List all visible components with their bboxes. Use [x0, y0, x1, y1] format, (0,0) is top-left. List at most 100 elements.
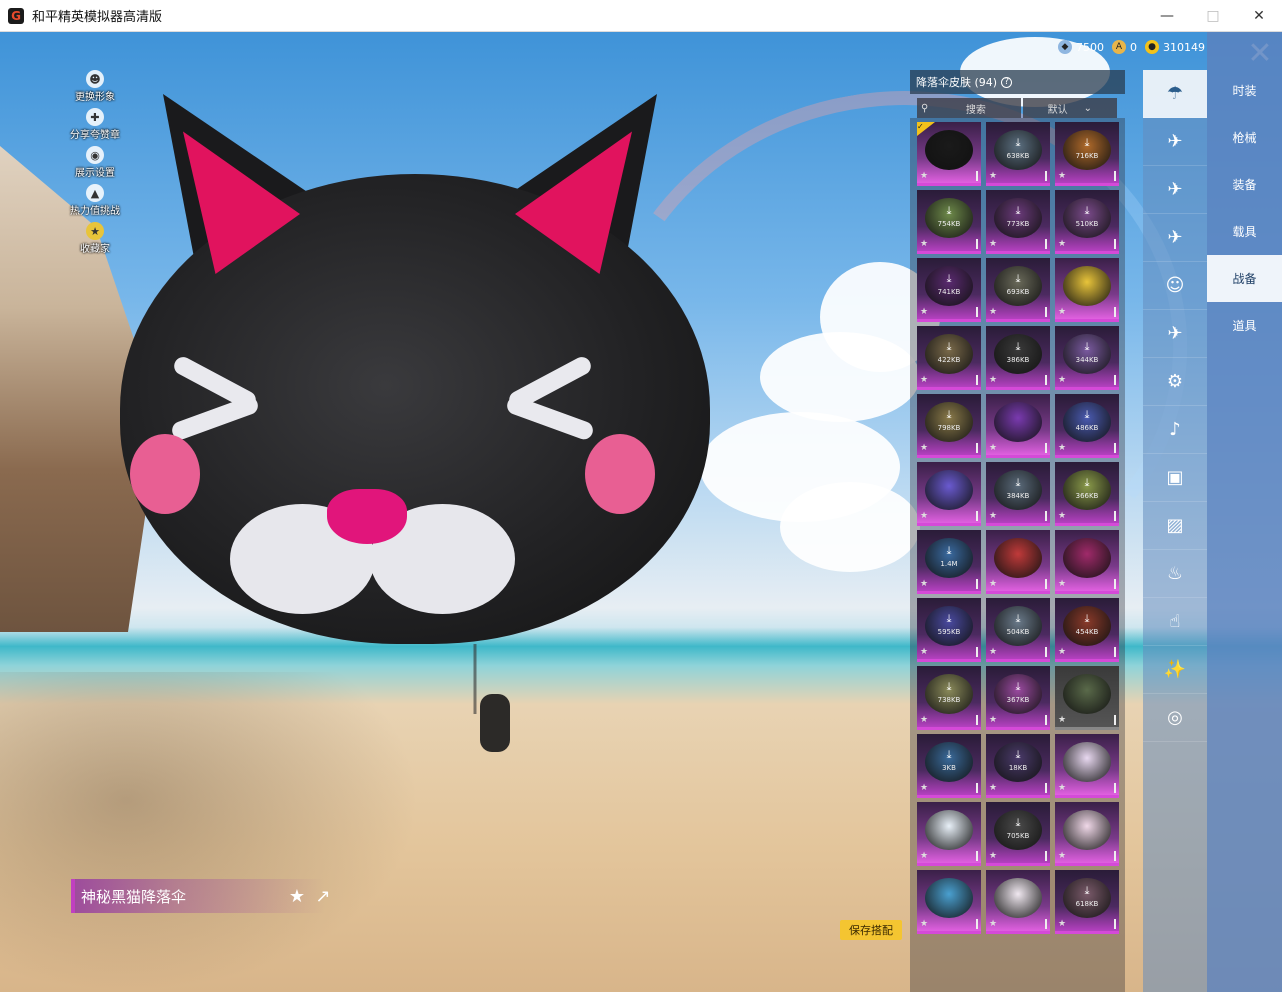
maximize-button[interactable]: □	[1190, 0, 1236, 31]
skin-cell[interactable]: ⤓ 366KB ★	[1055, 462, 1119, 526]
skin-cell[interactable]: ⤓ 367KB ★	[986, 666, 1050, 730]
plane-icon[interactable]: ✈	[1143, 166, 1207, 214]
photo-icon[interactable]: ▨	[1143, 502, 1207, 550]
close-window-button[interactable]: ✕	[1236, 0, 1282, 31]
skin-cell[interactable]: ⤓ 386KB ★	[986, 326, 1050, 390]
favorite-star-icon[interactable]: ★	[989, 715, 997, 725]
skin-cell[interactable]: ⤓ 344KB ★	[1055, 326, 1119, 390]
glider-icon[interactable]: ✈	[1143, 118, 1207, 166]
favorite-star-icon[interactable]: ★	[920, 919, 928, 929]
skin-cell[interactable]: ★	[986, 870, 1050, 934]
skin-cell[interactable]: ⤓ 504KB ★	[986, 598, 1050, 662]
tab-0[interactable]: 时装	[1207, 67, 1282, 114]
favorite-star-icon[interactable]: ★	[1058, 851, 1066, 861]
skin-cell[interactable]: ⤓ 454KB ★	[1055, 598, 1119, 662]
favorite-star-icon[interactable]: ★	[286, 885, 308, 907]
favorite-star-icon[interactable]: ★	[989, 307, 997, 317]
skin-cell[interactable]: ★	[1055, 734, 1119, 798]
favorite-star-icon[interactable]: ★	[920, 647, 928, 657]
skin-cell[interactable]: ⤓ 595KB ★	[917, 598, 981, 662]
cat-parachute-model[interactable]	[115, 54, 715, 754]
skin-cell[interactable]: ⤓ 693KB ★	[986, 258, 1050, 322]
chat-bubble-icon[interactable]: ▣	[1143, 454, 1207, 502]
sort-dropdown[interactable]: 默认 ⌄	[1022, 98, 1117, 118]
skin-cell[interactable]: ⤓ 798KB ★	[917, 394, 981, 458]
favorite-star-icon[interactable]: ★	[989, 375, 997, 385]
favorite-star-icon[interactable]: ★	[920, 715, 928, 725]
favorite-star-icon[interactable]: ★	[989, 647, 997, 657]
skin-cell[interactable]: ⤓ 754KB ★	[917, 190, 981, 254]
favorite-star-icon[interactable]: ★	[1058, 919, 1066, 929]
skin-cell[interactable]: ⤓ 3KB ★	[917, 734, 981, 798]
favorite-star-icon[interactable]: ★	[1058, 715, 1066, 725]
currency-gem[interactable]: ◆ 7500	[1058, 40, 1104, 54]
favorite-star-icon[interactable]: ★	[989, 511, 997, 521]
skin-cell[interactable]: ⤓ 384KB ★	[986, 462, 1050, 526]
skin-cell[interactable]: ⤓ 738KB ★	[917, 666, 981, 730]
favorite-star-icon[interactable]: ★	[920, 443, 928, 453]
favorite-star-icon[interactable]: ★	[1058, 511, 1066, 521]
skin-cell[interactable]: ★	[1055, 258, 1119, 322]
parachute-icon[interactable]: ☂	[1143, 70, 1207, 118]
skin-cell[interactable]: ★	[1055, 666, 1119, 730]
favorite-star-icon[interactable]: ★	[1058, 579, 1066, 589]
menu-collector[interactable]: ★ 收藏家	[60, 222, 130, 260]
magic-wand-icon[interactable]: ✨	[1143, 646, 1207, 694]
tab-4[interactable]: 战备	[1207, 255, 1282, 302]
robot-icon[interactable]: ⚙	[1143, 358, 1207, 406]
extinguisher-icon[interactable]: ♨	[1143, 550, 1207, 598]
skin-cell[interactable]: ★	[917, 462, 981, 526]
menu-display-settings[interactable]: ◉ 展示设置	[60, 146, 130, 184]
fighter-icon[interactable]: ✈	[1143, 310, 1207, 358]
favorite-star-icon[interactable]: ★	[920, 511, 928, 521]
favorite-star-icon[interactable]: ★	[920, 579, 928, 589]
menu-change-avatar[interactable]: ☻ 更换形象	[60, 70, 130, 108]
favorite-star-icon[interactable]: ★	[989, 443, 997, 453]
skin-cell[interactable]: ⤓ 741KB ★	[917, 258, 981, 322]
favorite-star-icon[interactable]: ★	[1058, 307, 1066, 317]
share-icon[interactable]: ↗	[312, 885, 334, 907]
favorite-star-icon[interactable]: ★	[989, 919, 997, 929]
help-icon[interactable]: ?	[1001, 76, 1013, 88]
favorite-star-icon[interactable]: ★	[920, 171, 928, 181]
skin-cell[interactable]: ⤓ 705KB ★	[986, 802, 1050, 866]
skin-cell[interactable]: ★	[1055, 802, 1119, 866]
skin-cell[interactable]: ⤓ 716KB ★	[1055, 122, 1119, 186]
skin-cell[interactable]: ⤓ 486KB ★	[1055, 394, 1119, 458]
favorite-star-icon[interactable]: ★	[989, 851, 997, 861]
emote-icon[interactable]: ☺	[1143, 262, 1207, 310]
favorite-star-icon[interactable]: ★	[1058, 647, 1066, 657]
skin-cell[interactable]: ★	[917, 802, 981, 866]
favorite-star-icon[interactable]: ★	[1058, 375, 1066, 385]
ufo-icon[interactable]: ◎	[1143, 694, 1207, 742]
jet-icon[interactable]: ✈	[1143, 214, 1207, 262]
tab-2[interactable]: 装备	[1207, 161, 1282, 208]
currency-coin-a[interactable]: A 0	[1112, 40, 1137, 54]
favorite-star-icon[interactable]: ★	[920, 307, 928, 317]
skin-cell[interactable]: ⤓ 773KB ★	[986, 190, 1050, 254]
currency-gold[interactable]: ● 310149	[1145, 40, 1205, 54]
skin-cell[interactable]: ⤓ 510KB ★	[1055, 190, 1119, 254]
skin-cell[interactable]: ⤓ 638KB ★	[986, 122, 1050, 186]
favorite-star-icon[interactable]: ★	[989, 783, 997, 793]
favorite-star-icon[interactable]: ★	[989, 579, 997, 589]
skin-cell[interactable]: ★ ✓	[917, 122, 981, 186]
favorite-star-icon[interactable]: ★	[1058, 443, 1066, 453]
hand-tap-icon[interactable]: ☝	[1143, 598, 1207, 646]
skin-cell[interactable]: ⤓ 18KB ★	[986, 734, 1050, 798]
skin-cell[interactable]: ★	[986, 394, 1050, 458]
favorite-star-icon[interactable]: ★	[920, 783, 928, 793]
speaker-icon[interactable]: ♪	[1143, 406, 1207, 454]
favorite-star-icon[interactable]: ★	[1058, 783, 1066, 793]
tab-3[interactable]: 载具	[1207, 208, 1282, 255]
favorite-star-icon[interactable]: ★	[920, 851, 928, 861]
favorite-star-icon[interactable]: ★	[1058, 171, 1066, 181]
skin-cell[interactable]: ⤓ 1.4M ★	[917, 530, 981, 594]
favorite-star-icon[interactable]: ★	[920, 375, 928, 385]
tab-1[interactable]: 枪械	[1207, 114, 1282, 161]
favorite-star-icon[interactable]: ★	[989, 239, 997, 249]
skin-cell[interactable]: ★	[1055, 530, 1119, 594]
skin-cell[interactable]: ★	[917, 870, 981, 934]
favorite-star-icon[interactable]: ★	[920, 239, 928, 249]
save-outfit-button[interactable]: 保存搭配	[840, 920, 902, 940]
